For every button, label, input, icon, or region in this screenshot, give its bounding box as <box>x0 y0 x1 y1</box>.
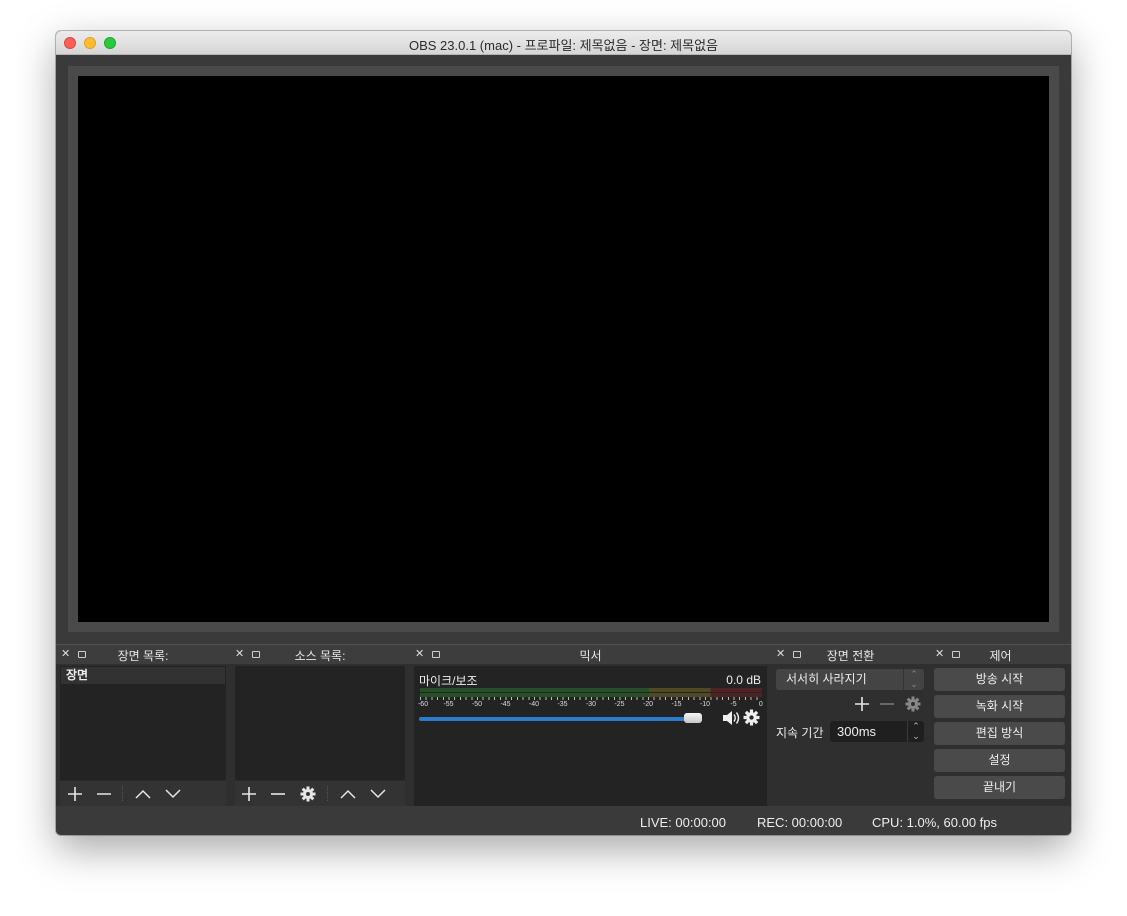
source-properties-button[interactable] <box>295 781 321 806</box>
chevron-down-icon <box>370 789 386 799</box>
volume-meter-left <box>420 688 762 692</box>
mixer-dock-header: ✕ 믹서 <box>410 644 771 664</box>
title-bar: OBS 23.0.1 (mac) - 프로파일: 제목없음 - 장면: 제목없음 <box>56 31 1071 55</box>
volume-slider-track[interactable] <box>419 717 694 721</box>
speaker-icon[interactable] <box>722 710 740 726</box>
add-source-button[interactable] <box>236 781 262 806</box>
meter-tick-label: -60 <box>417 701 429 708</box>
mixer-dock: ✕ 믹서 마이크/보조 0.0 dB -60 -55 -50 -45 -40 -35 -30… <box>410 644 771 806</box>
meter-tick-label: -30 <box>585 701 597 708</box>
duration-spinbox[interactable]: 300ms ⌃ ⌄ <box>830 721 924 742</box>
minus-icon <box>97 793 111 795</box>
controls-dock: ✕ 제어 방송 시작 녹화 시작 편집 방식 설정 끝내기 <box>930 644 1071 806</box>
sources-dock-header: ✕ 소스 목록: <box>230 644 410 664</box>
transition-select[interactable]: 서서히 사라지기 ⌃ ⌄ <box>776 669 924 690</box>
gear-icon[interactable] <box>743 709 760 726</box>
move-source-up-button[interactable] <box>335 781 361 806</box>
remove-transition-button[interactable] <box>879 696 895 712</box>
duration-value: 300ms <box>837 724 877 739</box>
obs-main-window: OBS 23.0.1 (mac) - 프로파일: 제목없음 - 장면: 제목없음… <box>56 31 1071 835</box>
cpu-status: CPU: 1.0%, 60.00 fps <box>872 815 998 830</box>
transition-selected-value: 서서히 사라지기 <box>786 672 867 686</box>
meter-tick-label: -25 <box>614 701 625 708</box>
toolbar-separator <box>327 786 329 801</box>
controls-dock-header: ✕ 제어 <box>930 644 1071 664</box>
meter-tick-label: -20 <box>642 701 654 708</box>
spin-arrows-icon[interactable]: ⌃ ⌄ <box>907 721 924 742</box>
scenes-list[interactable]: 장면 <box>60 666 226 806</box>
controls-dock-title: 제어 <box>989 649 1012 663</box>
gear-icon <box>300 786 316 802</box>
select-arrows-icon: ⌃ ⌄ <box>903 669 924 690</box>
studio-mode-button[interactable]: 편집 방식 <box>934 722 1065 745</box>
start-streaming-button[interactable]: 방송 시작 <box>934 668 1065 691</box>
move-scene-up-button[interactable] <box>130 781 156 806</box>
meter-tick-label: -10 <box>699 701 711 708</box>
volume-slider-handle[interactable] <box>684 713 702 723</box>
gear-icon[interactable] <box>905 696 921 712</box>
add-transition-button[interactable] <box>854 696 870 712</box>
meter-tick-label: -15 <box>671 701 682 708</box>
settings-button[interactable]: 설정 <box>934 749 1065 772</box>
meter-tick-label: -5 <box>730 701 737 708</box>
status-bar: LIVE: 00:00:00 REC: 00:00:00 CPU: 1.0%, … <box>56 806 1071 835</box>
meter-tick-label: -45 <box>500 701 511 708</box>
meter-tick-marks <box>420 697 762 700</box>
chevron-down-icon <box>165 789 181 799</box>
move-source-down-button[interactable] <box>365 781 391 806</box>
track-level: 0.0 dB <box>726 673 761 687</box>
duration-label: 지속 기간 <box>776 726 824 740</box>
track-name: 마이크/보조 <box>419 674 478 688</box>
minus-icon <box>271 793 285 795</box>
remove-source-button[interactable] <box>265 781 291 806</box>
mixer-track: 마이크/보조 0.0 dB -60 -55 -50 -45 -40 -35 -30 -25 -2… <box>414 666 767 736</box>
exit-button[interactable]: 끝내기 <box>934 776 1065 799</box>
meter-tick-label: -35 <box>557 701 568 708</box>
meter-tick-label: 0 <box>758 701 763 708</box>
plus-icon <box>68 787 82 801</box>
live-status: LIVE: 00:00:00 <box>640 815 727 830</box>
meter-tick-label: -40 <box>528 701 540 708</box>
preview-frame <box>68 66 1059 632</box>
scenes-dock-header: ✕ 장면 목록: <box>56 644 230 664</box>
plus-icon <box>242 787 256 801</box>
remove-scene-button[interactable] <box>91 781 117 806</box>
meter-scale: -60 -55 -50 -45 -40 -35 -30 -25 -20 -15 -10 -5 0 <box>417 701 763 711</box>
meter-tick-label: -55 <box>443 701 454 708</box>
sources-list[interactable] <box>235 666 405 806</box>
chevron-up-icon <box>135 789 151 799</box>
scenes-dock: ✕ 장면 목록: 장면 <box>56 644 230 806</box>
meter-tick-label: -50 <box>471 701 483 708</box>
sources-toolbar <box>235 780 405 806</box>
sources-dock: ✕ 소스 목록: <box>230 644 410 806</box>
chevron-up-icon <box>340 789 356 799</box>
start-recording-button[interactable]: 녹화 시작 <box>934 695 1065 718</box>
transitions-dock-title: 장면 전환 <box>826 649 875 663</box>
scene-item[interactable]: 장면 <box>61 667 225 684</box>
scenes-toolbar <box>60 780 226 806</box>
mixer-dock-title: 믹서 <box>579 649 602 663</box>
rec-status: REC: 00:00:00 <box>757 815 843 830</box>
sources-dock-title: 소스 목록: <box>294 649 346 663</box>
window-title: OBS 23.0.1 (mac) - 프로파일: 제목없음 - 장면: 제목없음 <box>408 38 719 53</box>
toolbar-separator <box>122 786 124 801</box>
scenes-dock-title: 장면 목록: <box>117 649 169 663</box>
add-scene-button[interactable] <box>62 781 88 806</box>
mixer-body: 마이크/보조 0.0 dB -60 -55 -50 -45 -40 -35 -30 -25 -2… <box>414 666 767 806</box>
preview-canvas[interactable] <box>78 76 1049 622</box>
transitions-dock-header: ✕ 장면 전환 <box>771 644 930 664</box>
transitions-dock: ✕ 장면 전환 서서히 사라지기 ⌃ ⌄ 지속 기간 300ms ⌃ ⌄ <box>771 644 930 806</box>
move-scene-down-button[interactable] <box>160 781 186 806</box>
